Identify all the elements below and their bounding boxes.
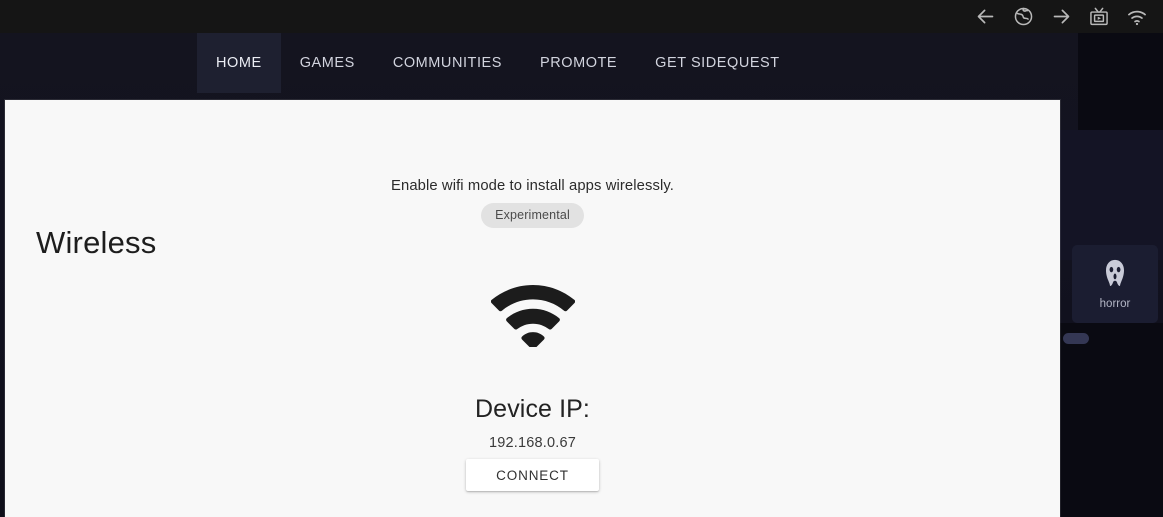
wireless-modal-content: Enable wifi mode to install apps wireles… <box>5 100 1060 517</box>
status-badge-experimental: Experimental <box>481 203 584 228</box>
background-pill-decoration <box>1063 333 1089 344</box>
wifi-icon <box>490 285 575 347</box>
back-arrow-icon[interactable] <box>973 5 997 29</box>
device-ip-label: Device IP: <box>475 395 590 423</box>
wifi-status-icon[interactable] <box>1125 5 1149 29</box>
globe-icon[interactable] <box>1011 5 1035 29</box>
nav-item-communities[interactable]: COMMUNITIES <box>374 33 521 93</box>
background-block-middle <box>1060 130 1163 260</box>
page-title: Wireless <box>36 225 157 260</box>
connect-button[interactable]: CONNECT <box>466 459 599 491</box>
nav-item-home[interactable]: HOME <box>197 33 281 93</box>
background-block-bottom <box>1060 323 1163 517</box>
forward-arrow-icon[interactable] <box>1049 5 1073 29</box>
browser-toolbar <box>0 0 1163 33</box>
cast-tv-icon[interactable] <box>1087 5 1111 29</box>
nav-item-label: GET SIDEQUEST <box>655 55 780 71</box>
main-navigation: HOME GAMES COMMUNITIES PROMOTE GET SIDEQ… <box>0 33 1163 93</box>
nav-item-label: COMMUNITIES <box>392 55 502 71</box>
nav-item-label: PROMOTE <box>540 55 618 71</box>
nav-item-games[interactable]: GAMES <box>281 33 374 93</box>
nav-item-promote[interactable]: PROMOTE <box>521 33 636 93</box>
category-tile-label: horror <box>1099 297 1131 310</box>
nav-item-label: GAMES <box>299 55 355 71</box>
wireless-modal-panel: Enable wifi mode to install apps wireles… <box>5 100 1060 517</box>
nav-item-label: HOME <box>216 55 262 71</box>
ghost-mask-icon <box>1103 259 1127 291</box>
nav-item-get-sidequest[interactable]: GET SIDEQUEST <box>636 33 799 93</box>
category-tile-horror[interactable]: horror <box>1072 245 1158 323</box>
wireless-description: Enable wifi mode to install apps wireles… <box>391 178 674 194</box>
device-ip-value: 192.168.0.67 <box>488 435 577 451</box>
